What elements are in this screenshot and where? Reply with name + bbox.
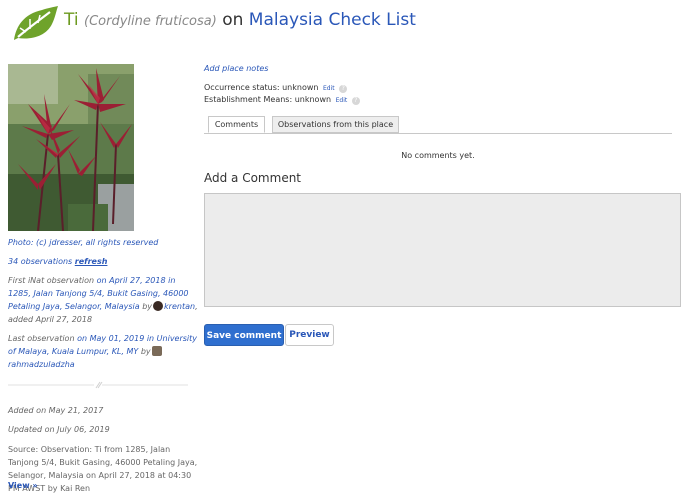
no-comments-message: No comments yet.: [401, 151, 475, 160]
first-obs-by: by: [142, 302, 153, 311]
place-link[interactable]: Malaysia Check List: [249, 10, 416, 30]
save-comment-button[interactable]: Save comment: [204, 324, 284, 346]
view-source-link[interactable]: View »: [8, 479, 38, 492]
preview-button[interactable]: Preview: [285, 324, 334, 346]
observations-count-row: 34 observations refresh: [8, 255, 107, 268]
added-date: Added on May 21, 2017: [8, 406, 104, 415]
first-obs-prefix: First iNat observation: [8, 276, 95, 285]
occurrence-label: Occurrence status:: [204, 83, 280, 92]
add-comment-heading: Add a Comment: [204, 171, 302, 185]
help-icon[interactable]: ?: [351, 97, 360, 105]
updated-date: Updated on July 06, 2019: [8, 425, 110, 434]
tabs-border: [204, 133, 672, 134]
title-connector: on: [222, 10, 244, 30]
section-divider: [8, 381, 188, 389]
last-obs-prefix: Last observation: [8, 334, 75, 343]
tab-comments[interactable]: Comments: [208, 116, 265, 133]
establishment-value: unknown: [294, 95, 332, 104]
photo-credit[interactable]: Photo: (c) jdresser, all rights reserved: [8, 236, 158, 249]
user-avatar-icon[interactable]: [153, 301, 164, 311]
leaf-logo-icon[interactable]: [10, 4, 60, 42]
establishment-means-row: Establishment Means: unknown Edit ?: [204, 95, 360, 105]
first-obs-user[interactable]: krentan: [164, 302, 195, 311]
observations-count-link[interactable]: 34 observations: [8, 257, 72, 266]
page-title: Ti (Cordyline fruticosa) on Malaysia Che…: [64, 10, 416, 30]
last-obs-by: by: [140, 347, 151, 356]
last-obs-user[interactable]: rahmadzuladzha: [8, 360, 75, 369]
occurrence-value: unknown: [282, 83, 319, 92]
tab-observations-from-place[interactable]: Observations from this place: [272, 116, 399, 133]
comment-textarea[interactable]: [204, 193, 681, 307]
user-avatar-icon[interactable]: [151, 346, 162, 356]
taxon-link[interactable]: Ti: [64, 10, 79, 30]
occurrence-status-row: Occurrence status: unknown Edit ?: [204, 83, 348, 93]
first-observation: First iNat observation on April 27, 2018…: [8, 274, 198, 326]
scientific-name: (Cordyline fruticosa): [84, 14, 217, 29]
refresh-link[interactable]: refresh: [75, 257, 108, 266]
last-observation: Last observation on May 01, 2019 in Univ…: [8, 332, 198, 371]
occurrence-edit-link[interactable]: Edit: [323, 85, 335, 92]
establishment-edit-link[interactable]: Edit: [336, 97, 348, 104]
add-place-notes-link[interactable]: Add place notes: [204, 64, 268, 73]
taxon-photo[interactable]: [8, 64, 134, 231]
establishment-label: Establishment Means:: [204, 95, 293, 104]
help-icon[interactable]: ?: [339, 85, 348, 93]
